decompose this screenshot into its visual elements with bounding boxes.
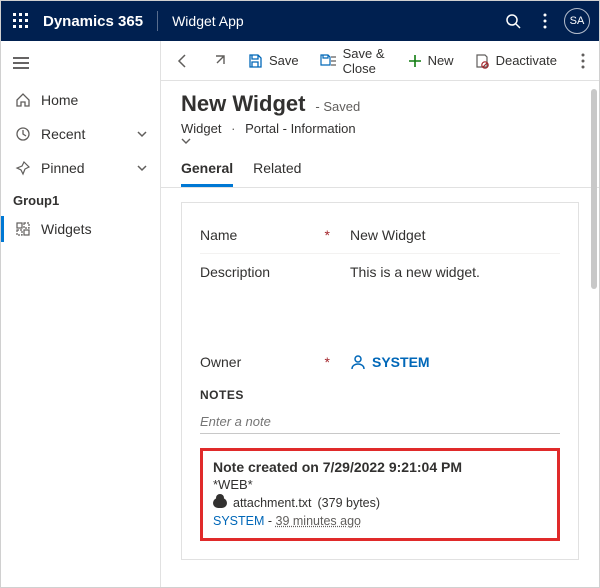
- attachment-size: (379 bytes): [318, 496, 381, 510]
- note-card: Note created on 7/29/2022 9:21:04 PM *WE…: [200, 448, 560, 541]
- note-input[interactable]: [200, 408, 560, 434]
- home-icon: [13, 92, 33, 108]
- note-attachment[interactable]: attachment.txt (379 bytes): [213, 496, 547, 510]
- search-button[interactable]: [497, 5, 529, 37]
- content-scroll[interactable]: New Widget - Saved Widget · Portal - Inf…: [161, 81, 599, 587]
- save-state: - Saved: [315, 99, 360, 114]
- hamburger-icon: [13, 57, 29, 69]
- save-close-icon: [319, 53, 337, 69]
- new-button[interactable]: New: [400, 46, 462, 76]
- open-in-new-button[interactable]: [203, 46, 235, 76]
- divider: [157, 11, 158, 31]
- scrollbar-thumb[interactable]: [591, 89, 597, 289]
- page-title: New Widget: [181, 91, 305, 117]
- chevron-down-icon: [181, 136, 579, 146]
- save-icon: [247, 53, 263, 69]
- field-owner[interactable]: Owner * SYSTEM: [200, 344, 560, 380]
- sidebar-item-widgets[interactable]: Widgets: [1, 212, 160, 246]
- deactivate-button[interactable]: Deactivate: [466, 46, 565, 76]
- tab-related[interactable]: Related: [253, 160, 301, 187]
- chevron-down-icon: [136, 162, 148, 174]
- note-user[interactable]: SYSTEM: [213, 514, 264, 528]
- sidebar-item-label: Recent: [41, 126, 85, 142]
- required-indicator: *: [325, 227, 330, 243]
- overflow-button[interactable]: [529, 5, 561, 37]
- sidebar-toggle-button[interactable]: [1, 47, 41, 79]
- field-label: Owner *: [200, 354, 330, 370]
- note-title: Note created on 7/29/2022 9:21:04 PM: [213, 459, 547, 475]
- save-close-button[interactable]: Save & Close: [311, 46, 396, 76]
- form-section: Name * New Widget Description This is a …: [181, 202, 579, 560]
- field-name[interactable]: Name * New Widget: [200, 217, 560, 254]
- save-button[interactable]: Save: [239, 46, 307, 76]
- global-top-bar: Dynamics 365 Widget App SA: [1, 1, 599, 41]
- command-overflow-button[interactable]: [573, 46, 593, 76]
- command-bar: Save Save & Close New: [161, 41, 599, 81]
- required-indicator: *: [325, 354, 330, 370]
- page-header: New Widget - Saved Widget · Portal - Inf…: [161, 81, 599, 146]
- owner-value: SYSTEM: [372, 354, 430, 370]
- attachment-name: attachment.txt: [233, 496, 312, 510]
- command-label: Save & Close: [343, 46, 388, 76]
- plus-icon: [408, 54, 422, 68]
- note-timestamp: 39 minutes ago: [276, 514, 361, 528]
- sidebar-item-recent[interactable]: Recent: [1, 117, 160, 151]
- command-label: Save: [269, 53, 299, 68]
- field-value[interactable]: This is a new widget.: [350, 264, 560, 280]
- sidebar-item-label: Widgets: [41, 221, 92, 237]
- crumb-sep: ·: [231, 121, 235, 136]
- note-footer: SYSTEM - 39 minutes ago: [213, 514, 547, 528]
- field-description[interactable]: Description This is a new widget.: [200, 254, 560, 344]
- product-brand: Dynamics 365: [43, 13, 143, 30]
- notes-header: NOTES: [200, 388, 560, 402]
- form-tabs: General Related: [161, 146, 599, 188]
- vertical-dots-icon: [543, 13, 547, 29]
- breadcrumb: Widget · Portal - Information: [181, 121, 579, 146]
- back-button[interactable]: [167, 46, 199, 76]
- sidebar-item-home[interactable]: Home: [1, 83, 160, 117]
- field-value[interactable]: New Widget: [350, 227, 560, 243]
- note-tag: *WEB*: [213, 477, 547, 492]
- deactivate-icon: [474, 53, 490, 69]
- app-name: Widget App: [172, 13, 244, 29]
- sidebar: Home Recent Pinned Group1: [1, 41, 161, 587]
- pin-icon: [13, 160, 33, 176]
- user-avatar[interactable]: SA: [561, 5, 593, 37]
- avatar-initials: SA: [564, 8, 590, 34]
- sidebar-group-header: Group1: [1, 185, 160, 212]
- owner-lookup[interactable]: SYSTEM: [350, 354, 560, 370]
- command-label: Deactivate: [496, 53, 557, 68]
- back-arrow-icon: [175, 53, 191, 69]
- widgets-icon: [13, 221, 33, 237]
- clock-icon: [13, 126, 33, 142]
- chevron-down-icon: [136, 128, 148, 140]
- main-area: Save Save & Close New: [161, 41, 599, 587]
- crumb-entity: Widget: [181, 121, 221, 136]
- sidebar-item-label: Home: [41, 92, 78, 108]
- open-in-new-icon: [211, 53, 227, 69]
- sidebar-item-pinned[interactable]: Pinned: [1, 151, 160, 185]
- tab-general[interactable]: General: [181, 160, 233, 187]
- waffle-icon: [13, 13, 29, 29]
- field-label: Description: [200, 264, 330, 280]
- app-launcher-button[interactable]: [7, 7, 35, 35]
- cloud-icon: [213, 498, 227, 508]
- sidebar-item-label: Pinned: [41, 160, 85, 176]
- person-icon: [350, 354, 366, 370]
- search-icon: [505, 13, 521, 29]
- command-label: New: [428, 53, 454, 68]
- vertical-dots-icon: [581, 53, 585, 69]
- form-selector[interactable]: Portal - Information: [245, 121, 356, 136]
- field-label: Name *: [200, 227, 330, 243]
